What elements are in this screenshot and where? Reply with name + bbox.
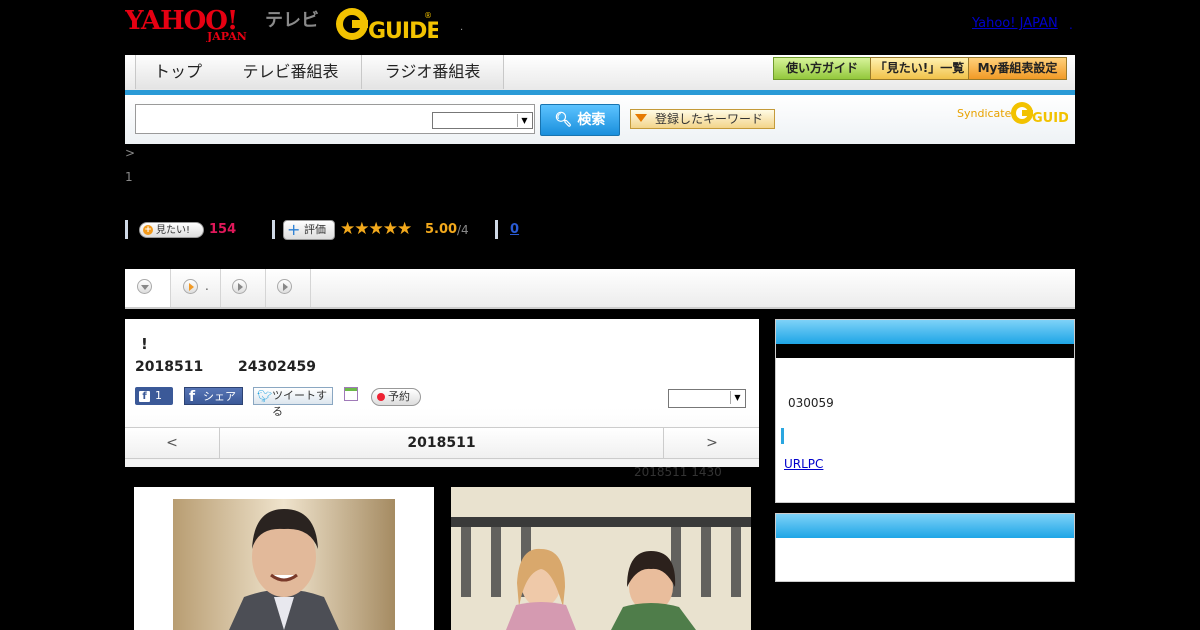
air-update-info: 2018511 1430 (634, 465, 722, 479)
page-number: 1 (125, 170, 133, 184)
facebook-like-button[interactable]: f1 (135, 387, 173, 405)
svg-text:®: ® (424, 11, 432, 20)
program-subtabs: . (125, 269, 1075, 309)
program-detail-panel: ! 2018511 24302459 f1 f シェア 🐦︎ ツイートする 予約 ▼… (125, 319, 759, 467)
subtab-1[interactable] (125, 269, 171, 307)
reserve-label: 予約 (388, 390, 410, 403)
plus-icon: + (143, 225, 153, 235)
tweet-button[interactable]: 🐦︎ ツイートする (253, 387, 333, 418)
tab-top-label: トップ (153, 62, 202, 81)
plus-icon: + (287, 220, 301, 239)
program-date: 2018511 (135, 359, 204, 375)
subtab-2[interactable]: . (170, 269, 221, 307)
star-rating-icon: ★★★★★ (340, 219, 412, 239)
facebook-icon: f (139, 391, 150, 402)
saved-keywords-button[interactable]: 登録したキーワード (630, 109, 775, 129)
program-photo (173, 499, 395, 630)
sidebar-panel-2 (775, 513, 1075, 582)
breadcrumb[interactable]: > (125, 146, 135, 160)
rate-button[interactable]: + 評価 (283, 220, 335, 240)
play-icon (232, 279, 247, 294)
sidebar-panel-subheader (776, 344, 1074, 358)
svg-text:JAPAN: JAPAN (206, 30, 247, 42)
sidebar-info-panel: 030059 URLPC (775, 319, 1075, 503)
twitter-bird-icon: 🐦︎ (257, 389, 273, 403)
subtab-4[interactable] (265, 269, 311, 307)
want-to-watch-label: 見たい! (156, 225, 191, 236)
facebook-like-count: 1 (155, 389, 162, 402)
want-to-watch-list-button[interactable]: 「見たい!」一覧 (870, 57, 969, 80)
divider (125, 220, 128, 239)
record-icon (377, 393, 385, 401)
header-dot: . (460, 22, 464, 33)
chevron-down-icon: ▼ (730, 391, 744, 404)
svg-text:GUIDE: GUIDE (1032, 111, 1068, 125)
search-button-label: 検索 (577, 112, 606, 128)
program-time: 24302459 (238, 359, 316, 375)
play-icon (183, 279, 198, 294)
program-code: 030059 (788, 396, 834, 410)
yahoo-japan-logo[interactable]: YAHOO! JAPAN テレビ (125, 4, 263, 42)
subtab-2-label: . (205, 279, 209, 293)
syndicated-gguide-logo: GUIDE (1011, 102, 1068, 125)
rate-label: 評価 (304, 223, 326, 236)
current-day-label: 2018511 (407, 435, 476, 451)
divider (495, 220, 498, 239)
section-marker (781, 428, 784, 444)
header-link-dot: . (1069, 18, 1073, 32)
my-listings-settings-button[interactable]: My番組表設定 (968, 57, 1067, 80)
main-nav: トップ テレビ番組表 ラジオ番組表 使い方ガイド 「見たい!」一覧 My番組表設… (125, 55, 1075, 95)
usage-guide-button[interactable]: 使い方ガイド (773, 57, 871, 80)
search-category-select[interactable]: ▼ (432, 112, 533, 129)
rating-count: /4 (457, 223, 469, 237)
tv-logo-text: テレビ (265, 10, 319, 31)
gguide-logo[interactable]: GUIDE ® (334, 6, 438, 42)
search-icon: 🔍︎ (554, 112, 573, 128)
review-count-link[interactable]: 0 (510, 222, 519, 237)
play-icon (277, 279, 292, 294)
tab-radio-listings[interactable]: ラジオ番組表 (362, 55, 504, 89)
calendar-add-icon[interactable] (344, 387, 358, 401)
tweet-label: ツイートする (272, 389, 327, 418)
facebook-share-button[interactable]: f シェア (184, 387, 243, 405)
program-title: ! (141, 335, 148, 353)
tab-radio-label: ラジオ番組表 (384, 62, 481, 81)
rating-value: 5.00 (425, 222, 458, 237)
yahoo-japan-link[interactable]: Yahoo! JAPAN (972, 16, 1058, 31)
facebook-icon: f (189, 389, 196, 405)
tab-tv-label: テレビ番組表 (242, 62, 339, 81)
program-action-select[interactable]: ▼ (668, 389, 746, 408)
sidebar-panel-header (776, 320, 1074, 344)
next-day-button[interactable]: > (663, 428, 760, 458)
svg-text:GUIDE: GUIDE (368, 19, 438, 42)
search-bar: ▼ 🔍︎ 検索 登録したキーワード Syndicated GUIDE (125, 95, 1075, 144)
search-button[interactable]: 🔍︎ 検索 (540, 104, 620, 136)
chevron-down-icon: ▼ (517, 114, 531, 127)
previous-day-button[interactable]: < (125, 428, 220, 458)
sidebar-panel-2-header (776, 514, 1074, 538)
day-navigation: < 2018511 > (125, 427, 759, 459)
pc-url-link[interactable]: URLPC (784, 457, 823, 471)
saved-keywords-label: 登録したキーワード (655, 112, 764, 126)
program-image-1[interactable] (134, 487, 434, 630)
program-image-2[interactable] (451, 487, 751, 630)
divider (272, 220, 275, 239)
chevron-down-icon (137, 279, 152, 294)
facebook-share-label: シェア (203, 390, 236, 403)
program-photo (451, 487, 751, 630)
tab-top[interactable]: トップ (135, 55, 221, 89)
dropdown-arrow-icon (635, 114, 647, 122)
want-to-watch-button[interactable]: + 見たい! (139, 222, 204, 238)
tab-tv-listings[interactable]: テレビ番組表 (220, 55, 362, 89)
record-reserve-button[interactable]: 予約 (371, 388, 421, 406)
want-to-watch-count: 154 (209, 222, 237, 237)
subtab-3[interactable] (220, 269, 266, 307)
